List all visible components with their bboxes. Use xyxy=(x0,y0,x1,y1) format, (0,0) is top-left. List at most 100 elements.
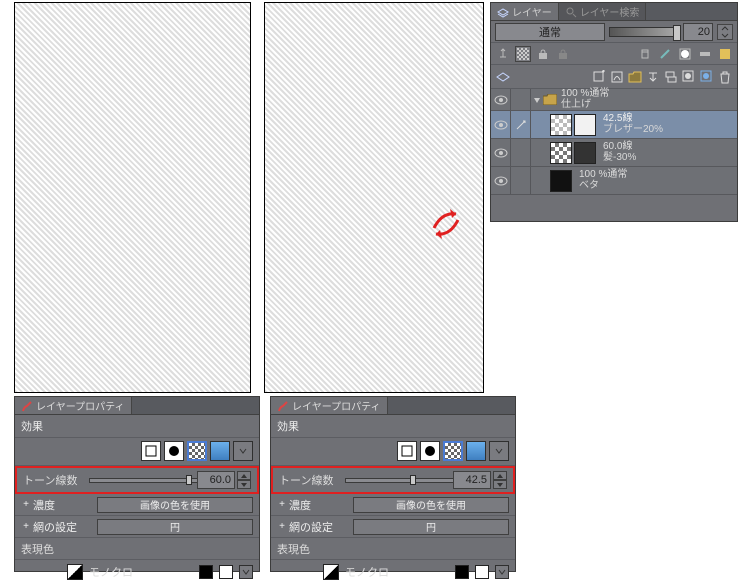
layer-name-line2: ベタ xyxy=(579,181,737,192)
tone-lines-slider[interactable] xyxy=(89,478,211,483)
folder-icon xyxy=(543,94,557,105)
folder-name: 仕上げ xyxy=(561,100,737,111)
delete-layer-button[interactable] xyxy=(717,69,733,85)
opacity-spinner[interactable] xyxy=(717,24,733,40)
spin-down[interactable] xyxy=(237,480,251,489)
effect-outline-button[interactable] xyxy=(164,441,184,461)
tone-lines-label: トーン線数 xyxy=(279,472,339,488)
layer-thumb xyxy=(550,170,572,192)
tab-layers[interactable]: レイヤー xyxy=(491,3,559,20)
lock-all-button[interactable] xyxy=(555,46,571,62)
new-vector-layer-button[interactable] xyxy=(609,69,625,85)
tab-layer-search-label: レイヤー検索 xyxy=(580,4,640,19)
layer-item[interactable]: 42.5線 ブレザー20% xyxy=(491,111,737,139)
black-swatch[interactable] xyxy=(455,565,469,579)
effect-tone-button[interactable] xyxy=(187,441,207,461)
layer-property-panel-right: レイヤープロパティ 効果 トーン線数 42.5 +濃度 画像の色を使用 +網の設… xyxy=(270,396,516,572)
tone-lines-knob[interactable] xyxy=(410,475,416,485)
layer-color-button[interactable] xyxy=(717,46,733,62)
display-color-value[interactable]: モノクロ xyxy=(345,564,389,580)
expand-icon[interactable]: + xyxy=(21,521,31,532)
tone-lines-label: トーン線数 xyxy=(23,472,83,488)
prop-panel-tabs: レイヤープロパティ xyxy=(15,397,259,415)
draft-layer-button[interactable] xyxy=(657,46,673,62)
layer-folder[interactable]: 100 %通常 仕上げ xyxy=(491,89,737,111)
new-folder-button[interactable] xyxy=(627,69,643,85)
spin-up[interactable] xyxy=(237,471,251,480)
lock-transparent-button[interactable] xyxy=(515,46,531,62)
tone-lines-slider[interactable] xyxy=(345,478,467,483)
effect-dropdown[interactable] xyxy=(489,441,509,461)
opacity-value[interactable]: 20 xyxy=(683,23,713,41)
expand-icon[interactable]: + xyxy=(21,499,31,510)
tab-layer-property[interactable]: レイヤープロパティ xyxy=(271,397,388,414)
layer-mask-thumb xyxy=(574,114,596,136)
effect-layercolor-button[interactable] xyxy=(210,441,230,461)
tab-layer-property-label: レイヤープロパティ xyxy=(36,398,125,413)
layer-lock-row xyxy=(491,43,737,65)
layer-item[interactable]: 60.0線 髪-30% xyxy=(491,139,737,167)
layer-item[interactable]: 100 %通常 ベタ xyxy=(491,167,737,195)
density-value[interactable]: 画像の色を使用 xyxy=(353,497,509,513)
tone-lines-spinner[interactable] xyxy=(237,471,251,489)
density-label: 濃度 xyxy=(289,497,311,513)
tone-lines-spinner[interactable] xyxy=(493,471,507,489)
blend-mode-dropdown[interactable]: 通常 xyxy=(495,23,605,41)
apply-mask-button[interactable] xyxy=(699,69,715,85)
effect-border-button[interactable] xyxy=(141,441,161,461)
effect-outline-button[interactable] xyxy=(420,441,440,461)
monochrome-indicator-icon xyxy=(323,564,339,580)
effect-tone-button[interactable] xyxy=(443,441,463,461)
effect-layercolor-button[interactable] xyxy=(466,441,486,461)
ref-layer-button[interactable] xyxy=(637,46,653,62)
tab-layer-property[interactable]: レイヤープロパティ xyxy=(15,397,132,414)
transfer-down-button[interactable] xyxy=(645,69,661,85)
density-value[interactable]: 画像の色を使用 xyxy=(97,497,253,513)
swap-arrow-icon xyxy=(428,206,464,242)
layer-visibility-toggle[interactable] xyxy=(491,139,511,166)
black-swatch[interactable] xyxy=(199,565,213,579)
effect-dropdown[interactable] xyxy=(233,441,253,461)
spin-up[interactable] xyxy=(493,471,507,480)
halftone-value[interactable]: 円 xyxy=(353,519,509,535)
white-swatch[interactable] xyxy=(219,565,233,579)
tone-lines-knob[interactable] xyxy=(186,475,192,485)
layer-mask-button[interactable] xyxy=(677,46,693,62)
layer-thumb xyxy=(550,142,572,164)
layer-visibility-toggle[interactable] xyxy=(491,167,511,194)
new-raster-layer-button[interactable] xyxy=(591,69,607,85)
layers-icon xyxy=(497,6,509,18)
layer-search-icon xyxy=(565,6,577,18)
lock-pixels-button[interactable] xyxy=(535,46,551,62)
ruler-toggle-button[interactable] xyxy=(697,46,713,62)
folder-collapse-toggle[interactable] xyxy=(531,89,543,110)
layer-visibility-toggle[interactable] xyxy=(491,111,511,138)
clip-to-below-button[interactable] xyxy=(495,46,511,62)
display-color-label: 表現色 xyxy=(277,541,310,557)
tone-lines-row: トーン線数 42.5 xyxy=(271,466,515,494)
tab-layer-property-label: レイヤープロパティ xyxy=(292,398,381,413)
spin-down[interactable] xyxy=(493,480,507,489)
density-row: +濃度 画像の色を使用 xyxy=(271,494,515,516)
effects-label: 効果 xyxy=(15,415,259,438)
display-color-label-row: 表現色 xyxy=(271,538,515,560)
effect-border-button[interactable] xyxy=(397,441,417,461)
display-color-value[interactable]: モノクロ xyxy=(89,564,133,580)
expand-icon[interactable]: + xyxy=(277,521,287,532)
palette-mode-icon[interactable] xyxy=(495,69,511,85)
opacity-slider[interactable] xyxy=(609,27,679,37)
display-color-dropdown[interactable] xyxy=(495,565,509,579)
merge-down-button[interactable] xyxy=(663,69,679,85)
tab-layer-search[interactable]: レイヤー検索 xyxy=(559,3,647,20)
tone-lines-value[interactable]: 60.0 xyxy=(197,471,235,489)
halftone-value[interactable]: 円 xyxy=(97,519,253,535)
layer-link xyxy=(511,167,531,194)
expand-icon[interactable]: + xyxy=(277,499,287,510)
white-swatch[interactable] xyxy=(475,565,489,579)
effects-buttons xyxy=(271,438,515,466)
blend-mode-row: 通常 20 xyxy=(491,21,737,43)
tone-lines-value[interactable]: 42.5 xyxy=(453,471,491,489)
create-mask-button[interactable] xyxy=(681,69,697,85)
folder-visibility-toggle[interactable] xyxy=(491,89,511,110)
display-color-dropdown[interactable] xyxy=(239,565,253,579)
